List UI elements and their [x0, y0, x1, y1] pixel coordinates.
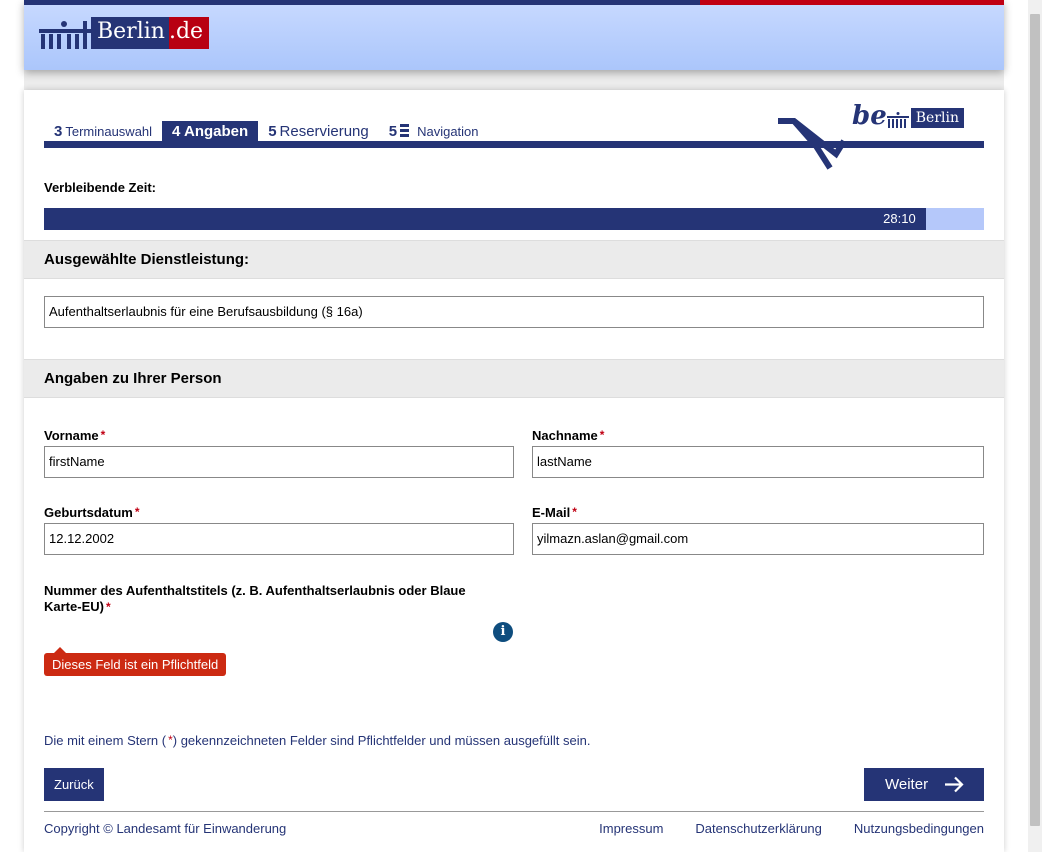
email-label: E-Mail * — [532, 505, 577, 520]
required-field-error: Dieses Feld ist ein Pflichtfeld — [44, 647, 227, 676]
label-text: E-Mail — [532, 505, 571, 520]
person-heading: Angaben zu Ihrer Person — [24, 359, 1004, 398]
required-fields-note: Die mit einem Stern (*) gekennzeichneten… — [44, 733, 590, 748]
back-button[interactable]: Zurück — [44, 768, 104, 801]
step-terminauswahl[interactable]: 3 Terminauswahl — [44, 121, 162, 142]
arrow-right-icon — [945, 776, 964, 793]
label-text: Vorname — [44, 428, 99, 443]
step-number: 3 — [54, 123, 63, 140]
info-icon[interactable]: i — [493, 622, 513, 642]
selected-service-field: Aufenthaltserlaubnis für eine Berufsausb… — [44, 296, 984, 328]
label-text: Geburtsdatum — [44, 505, 133, 520]
copyright: Copyright © Landesamt für Einwanderung — [44, 821, 287, 836]
service-heading: Ausgewählte Dienstleistung: — [24, 240, 1004, 279]
nachname-input[interactable]: lastName — [532, 446, 984, 478]
logo-text: Berlin — [91, 17, 169, 49]
main-panel: 3 Terminauswahl 4 Angaben 5 Reservierung 5… — [24, 90, 1004, 852]
remaining-time-bar: 28:10 — [44, 208, 984, 230]
menu-icon — [400, 124, 410, 137]
brandenburg-gate-icon — [39, 21, 91, 49]
step-angaben[interactable]: 4 Angaben — [162, 121, 259, 142]
impressum-link[interactable]: Impressum — [599, 821, 663, 836]
step-reservierung[interactable]: 5 Reservierung — [258, 121, 379, 142]
next-button[interactable]: Weiter — [864, 768, 984, 801]
required-star: * — [599, 428, 605, 442]
required-star: * — [105, 600, 111, 614]
label-text: Nachname — [532, 428, 598, 443]
remaining-time-fill: 28:10 — [44, 208, 926, 230]
step-label: Angaben — [184, 123, 249, 140]
scrollbar[interactable] — [1028, 0, 1042, 852]
berlin-de-logo[interactable]: Berlin .de — [39, 17, 210, 49]
remaining-time-label: Verbleibende Zeit: — [44, 180, 156, 195]
logo-suffix: .de — [168, 17, 210, 49]
site-header: Berlin .de — [24, 0, 1004, 70]
vorname-input[interactable]: firstName — [44, 446, 514, 478]
step-number: 5 — [388, 123, 398, 140]
step-navigation: 3 Terminauswahl 4 Angaben 5 Reservierung 5… — [44, 120, 489, 142]
required-star: * — [572, 505, 577, 519]
note-text: Die mit einem Stern ( — [44, 733, 167, 748]
aufenthaltstitel-label: Nummer des Aufenthaltstitels (z. B. Aufe… — [44, 583, 494, 615]
next-label: Weiter — [885, 776, 929, 793]
geburtsdatum-input[interactable]: 12.12.2002 — [44, 523, 514, 555]
be-text: be — [852, 101, 887, 131]
step-number: 5 — [268, 123, 277, 140]
geburtsdatum-label: Geburtsdatum * — [44, 505, 140, 520]
header-red-stripe — [700, 0, 1004, 5]
step-label: Reservierung — [279, 123, 369, 140]
footer: Copyright © Landesamt für Einwanderung I… — [44, 811, 984, 836]
note-text: ) gekennzeichneten Felder sind Pflichtfe… — [172, 733, 591, 748]
lightning-zigzag-icon — [778, 118, 847, 170]
be-berlin-logo: be Berlin — [852, 101, 964, 131]
berlin-text: Berlin — [910, 108, 964, 128]
email-input[interactable]: yilmazn.aslan@gmail.com — [532, 523, 984, 555]
vorname-label: Vorname * — [44, 428, 105, 443]
brandenburg-gate-icon — [886, 112, 909, 128]
step-label: Terminauswahl — [65, 124, 153, 139]
step-label: Navigation — [417, 124, 479, 139]
step-navigation-menu[interactable]: 5 Navigation — [379, 121, 489, 142]
required-star: * — [134, 505, 140, 519]
page: Berlin .de 3 Terminauswahl 4 Angaben 5 Rese… — [24, 0, 1004, 852]
datenschutz-link[interactable]: Datenschutzerklärung — [695, 821, 821, 836]
required-star: * — [100, 428, 106, 442]
nachname-label: Nachname * — [532, 428, 604, 443]
nutzungsbedingungen-link[interactable]: Nutzungsbedingungen — [854, 821, 984, 836]
step-number: 4 — [172, 123, 181, 140]
scrollbar-thumb[interactable] — [1030, 14, 1040, 826]
